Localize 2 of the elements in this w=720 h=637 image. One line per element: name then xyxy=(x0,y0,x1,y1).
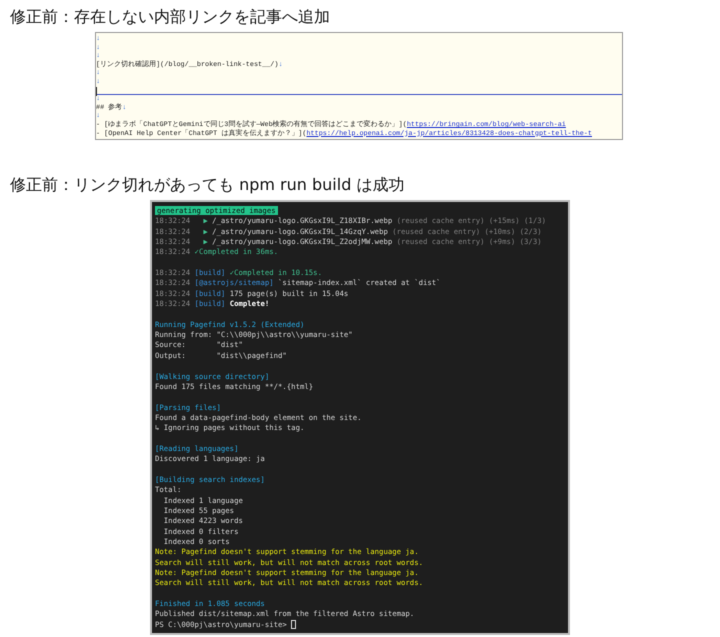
section-title: 修正前：リンク切れがあっても npm run build は成功 xyxy=(10,174,406,196)
section-title: 修正前：存在しない内部リンクを記事へ追加 xyxy=(10,6,331,28)
